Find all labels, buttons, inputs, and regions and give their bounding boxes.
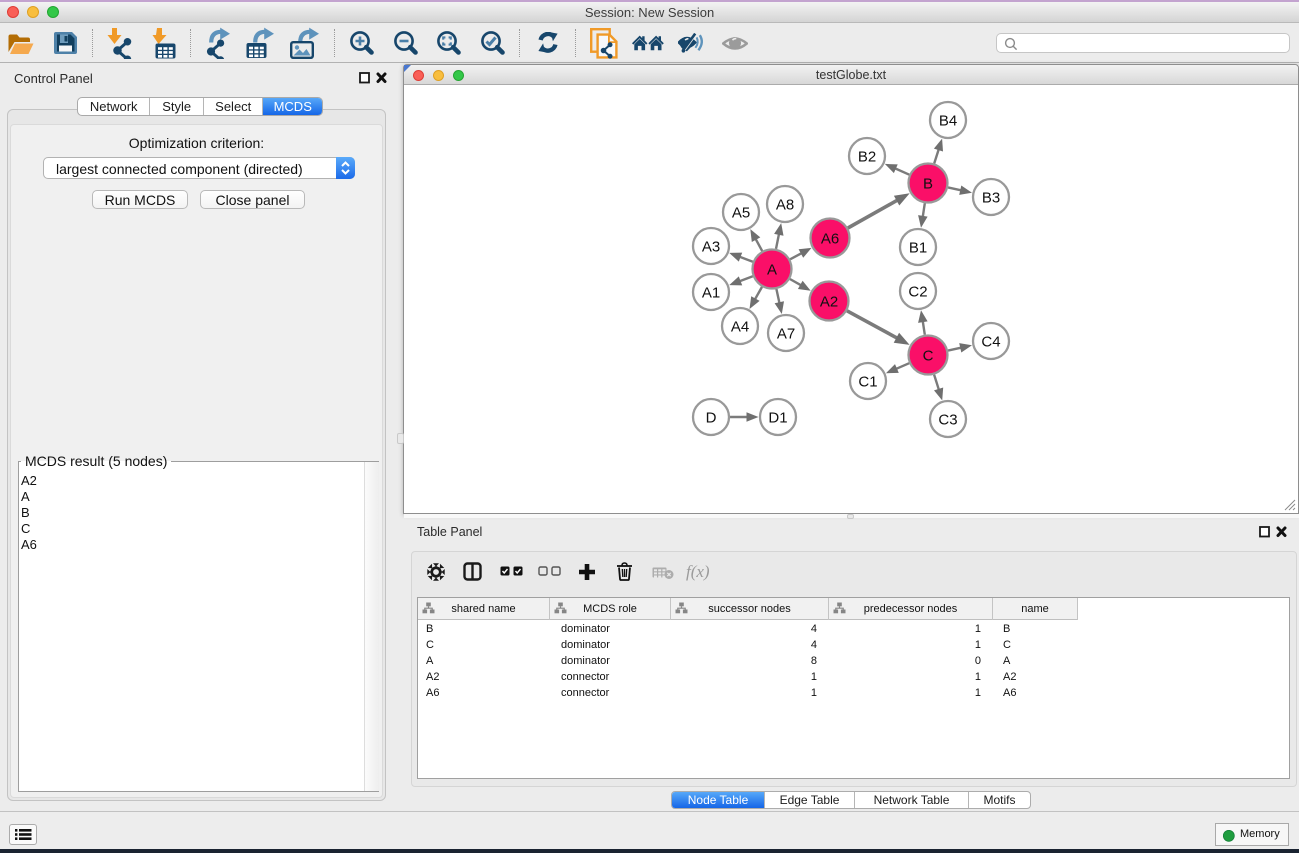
svg-text:B2: B2 [858,149,876,166]
svg-text:A: A [767,262,777,279]
svg-text:C2: C2 [908,284,927,301]
svg-text:B1: B1 [909,240,927,257]
svg-text:A5: A5 [732,205,750,222]
svg-text:C: C [923,348,934,365]
svg-text:C3: C3 [938,412,957,429]
svg-text:A4: A4 [731,319,749,336]
svg-text:A6: A6 [821,231,839,248]
svg-text:C4: C4 [981,334,1000,351]
svg-text:A8: A8 [776,197,794,214]
svg-text:B4: B4 [939,113,957,130]
svg-text:C1: C1 [858,374,877,391]
svg-text:D1: D1 [768,410,787,427]
svg-text:B3: B3 [982,190,1000,207]
svg-text:B: B [923,176,933,193]
svg-text:A3: A3 [702,239,720,256]
svg-text:A2: A2 [820,294,838,311]
svg-text:A1: A1 [702,285,720,302]
svg-text:A7: A7 [777,326,795,343]
svg-text:D: D [706,410,717,427]
